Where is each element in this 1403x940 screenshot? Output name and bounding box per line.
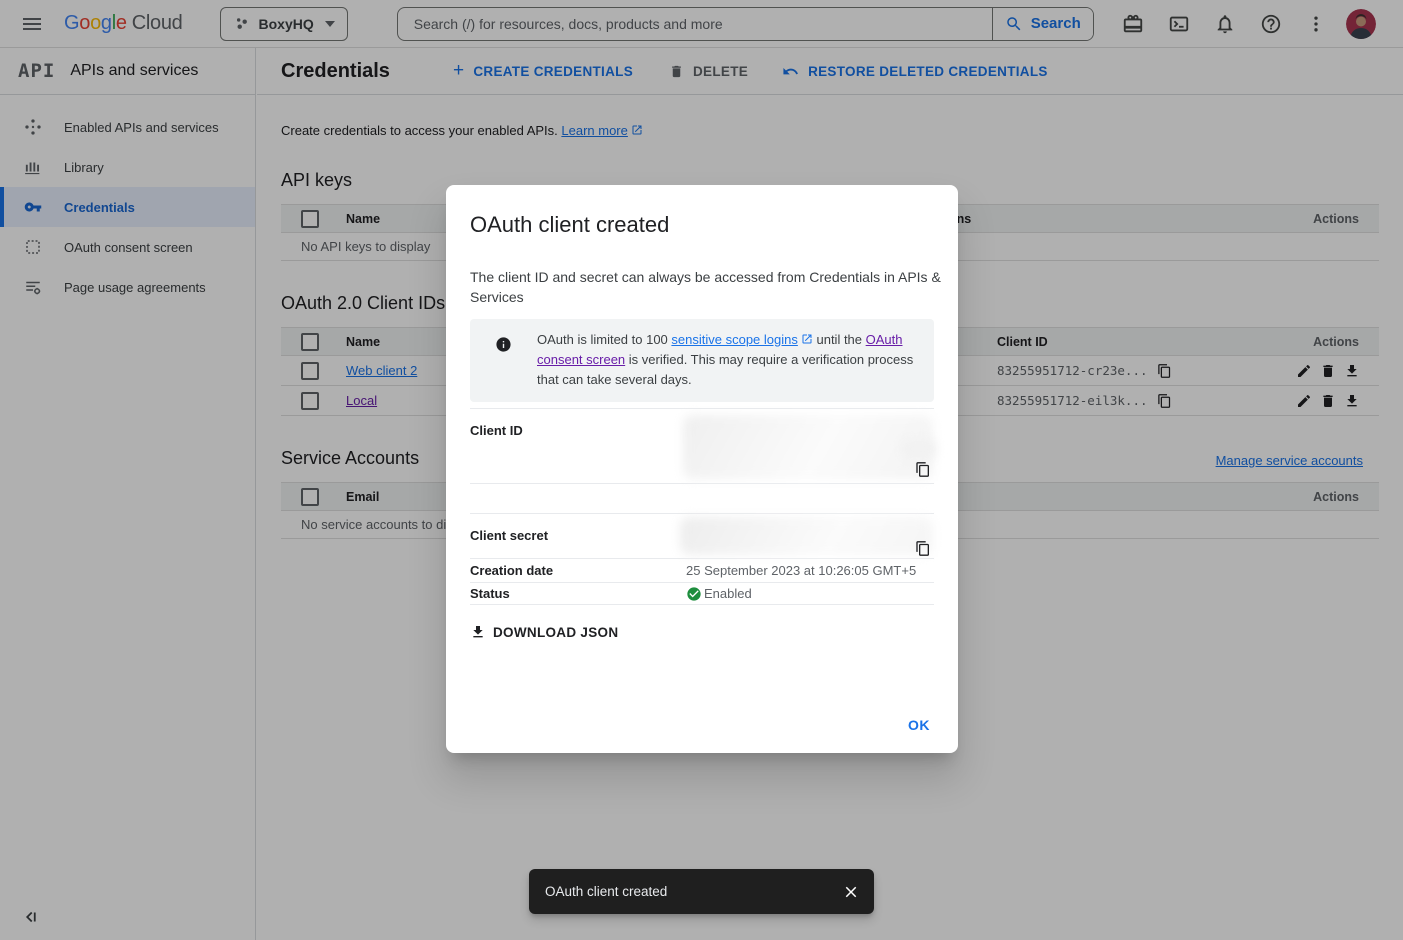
client-secret-redacted-value: [680, 517, 933, 555]
info-banner-text: OAuth is limited to 100 sensitive scope …: [537, 330, 913, 402]
info-icon: [495, 336, 512, 353]
dialog-subtitle: The client ID and secret can always be a…: [470, 267, 941, 307]
oauth-client-created-dialog: OAuth client created The client ID and s…: [446, 185, 958, 753]
client-id-redacted-value: [902, 440, 936, 458]
status-badge: Enabled: [704, 586, 752, 601]
status-row: Status Enabled: [470, 583, 934, 605]
close-icon[interactable]: [842, 883, 860, 901]
toast-message: OAuth client created: [545, 884, 667, 899]
info-banner: OAuth is limited to 100 sensitive scope …: [470, 319, 934, 402]
creation-date-row: Creation date 25 September 2023 at 10:26…: [470, 559, 934, 583]
check-circle-icon: [686, 586, 702, 602]
oauth-consent-screen-link[interactable]: consent screen: [537, 352, 625, 367]
oauth-consent-screen-link[interactable]: OAuth: [866, 332, 903, 347]
external-link-icon: [801, 333, 813, 345]
download-icon: [470, 624, 486, 640]
ok-button[interactable]: OK: [908, 717, 930, 733]
download-json-button[interactable]: DOWNLOAD JSON: [459, 615, 629, 649]
client-id-redacted-value: [683, 415, 933, 479]
copy-client-id-icon[interactable]: [915, 461, 931, 478]
toast-snackbar: OAuth client created: [529, 869, 874, 914]
dialog-title: OAuth client created: [470, 212, 669, 238]
sensitive-scope-logins-link[interactable]: sensitive scope logins: [671, 332, 797, 347]
copy-client-secret-icon[interactable]: [915, 540, 931, 557]
creation-date-value: 25 September 2023 at 10:26:05 GMT+5: [686, 563, 916, 578]
